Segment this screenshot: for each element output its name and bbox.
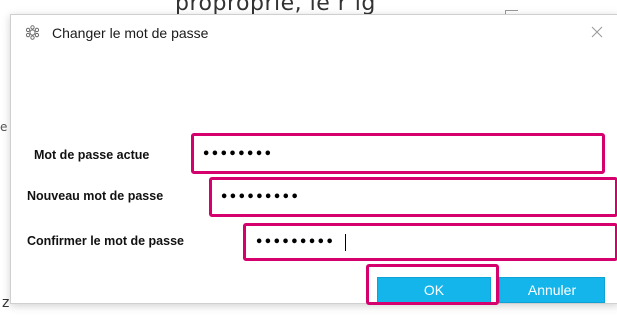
text-caret: [345, 234, 346, 251]
close-icon[interactable]: [590, 25, 604, 39]
confirm-password-field[interactable]: [251, 231, 609, 253]
current-password-label: Mot de passe actue: [34, 148, 150, 162]
current-password-field[interactable]: [198, 143, 601, 165]
change-password-dialog: Changer le mot de passe Mot de passe act…: [10, 14, 617, 305]
new-password-label: Nouveau mot de passe: [27, 189, 164, 203]
new-password-field[interactable]: [216, 186, 609, 208]
cancel-button[interactable]: Annuler: [499, 277, 605, 303]
dialog-title: Changer le mot de passe: [52, 25, 209, 41]
ok-button[interactable]: OK: [377, 277, 491, 303]
background-left-strip: e: [0, 120, 8, 150]
gear-cluster-icon: [25, 25, 40, 40]
dialog-titlebar: Changer le mot de passe: [11, 15, 617, 55]
background-left-text: e: [0, 120, 8, 134]
background-bottom-left-text: z: [2, 295, 10, 311]
confirm-password-label: Confirmer le mot de passe: [27, 234, 184, 248]
